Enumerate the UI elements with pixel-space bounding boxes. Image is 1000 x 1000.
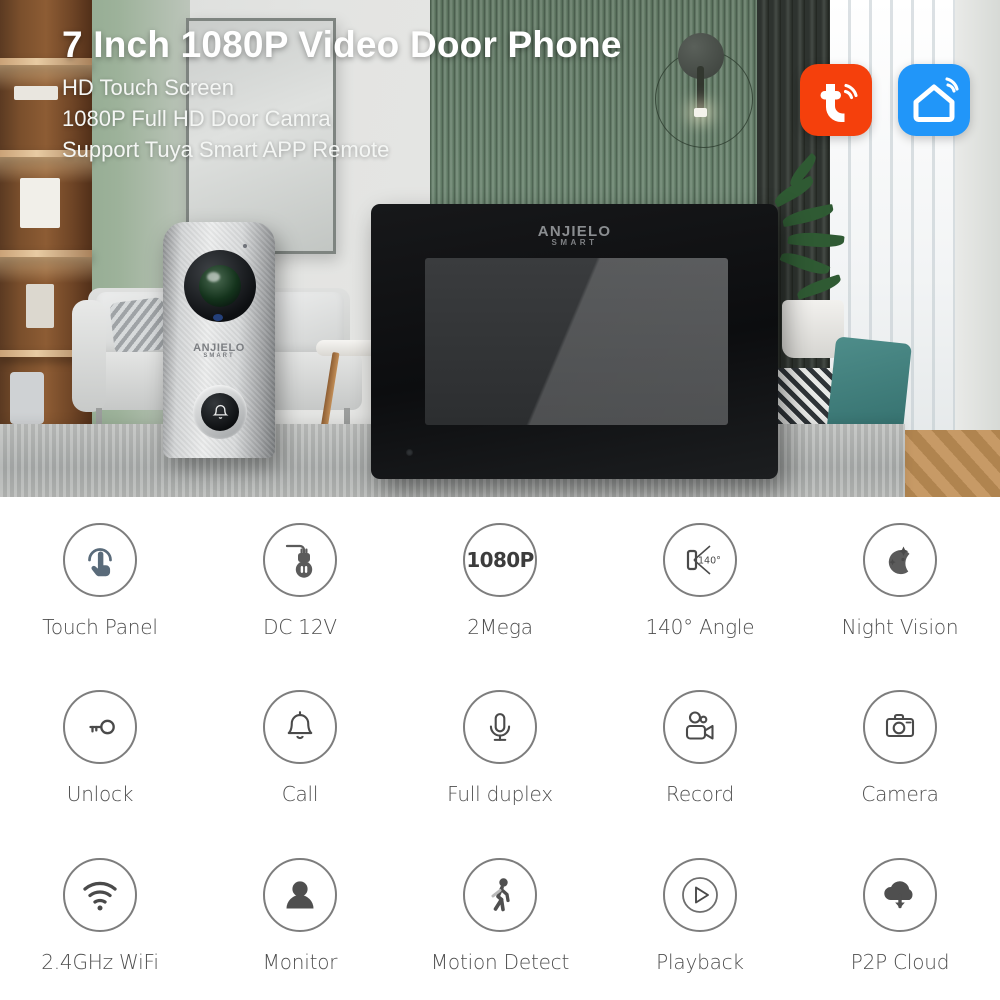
feature-label: DC 12V	[263, 614, 337, 639]
bell-icon	[263, 690, 337, 765]
feature-full-duplex: Full duplex	[400, 665, 600, 833]
cloud-download-icon	[863, 858, 937, 933]
shelf-object	[10, 372, 44, 424]
touch-hand-icon	[63, 522, 137, 597]
moon-stars-icon	[863, 522, 937, 597]
svg-text:140°: 140°	[698, 555, 721, 566]
feature-label: Unlock	[66, 782, 134, 807]
outdoor-brand-sub: SMART	[203, 353, 235, 359]
hero-subtitle-line-3: Support Tuya Smart APP Remote	[62, 137, 390, 163]
feature-night-vision: Night Vision	[800, 497, 1000, 665]
feature-motion-detect: Motion Detect	[400, 832, 600, 1000]
feature-label: Camera	[861, 782, 939, 807]
feature-label: Monitor	[262, 950, 338, 975]
shelf-object	[14, 86, 58, 100]
feature-label: Night Vision	[841, 614, 959, 639]
monitor-brand-logo: ANJIELO SMART	[371, 223, 778, 247]
microphone-icon	[463, 690, 537, 765]
wall-lamp-bulb	[694, 108, 707, 117]
wall-lamp-stem	[697, 66, 704, 110]
feature-label: Full duplex	[447, 782, 553, 807]
house-wifi-icon	[913, 77, 959, 122]
shelf-board	[0, 250, 92, 257]
feature-2mega: 1080P 2Mega	[400, 497, 600, 665]
hero-product-scene: ANJIELO SMART ANJIELO SMART 7 Inch 1080P…	[0, 0, 1000, 497]
view-angle-icon: 140°	[663, 522, 737, 597]
walking-person-icon	[463, 858, 537, 933]
power-plug-socket-icon	[263, 522, 337, 597]
feature-grid: Touch Panel DC 12V 1080P 2Mega 140° 140°…	[0, 497, 1000, 1000]
outdoor-ir-sensor	[213, 314, 223, 321]
hero-subtitle: HD Touch Screen 1080P Full HD Door Camra…	[62, 72, 622, 166]
feature-call: Call	[200, 665, 400, 833]
room-sofa-leg	[96, 408, 102, 424]
feature-dc-12v: DC 12V	[200, 497, 400, 665]
outdoor-doorbell-unit: ANJIELO SMART	[163, 222, 275, 458]
feature-label: Call	[281, 782, 319, 807]
tuya-t-wifi-icon	[820, 83, 858, 122]
feature-label: 2Mega	[467, 614, 533, 639]
shelf-object	[26, 284, 54, 328]
feature-label: Motion Detect	[430, 950, 570, 975]
feature-unlock: Unlock	[0, 665, 200, 833]
room-sofa-pillow	[109, 296, 169, 356]
feature-playback: Playback	[600, 832, 800, 1000]
feature-label: Record	[666, 782, 734, 807]
feature-140-angle: 140° 140° Angle	[600, 497, 800, 665]
hero-subtitle-line-2: 1080P Full HD Door Camra	[62, 106, 331, 132]
feature-wifi: 2.4GHz WiFi	[0, 832, 200, 1000]
shelf-object	[20, 178, 60, 228]
product-marketing-page: ANJIELO SMART ANJIELO SMART 7 Inch 1080P…	[0, 0, 1000, 1000]
photo-camera-icon	[863, 690, 937, 765]
hero-headline-block: 7 Inch 1080P Video Door Phone HD Touch S…	[62, 26, 622, 166]
outdoor-lens-highlight	[207, 272, 220, 282]
feature-label: 2.4GHz WiFi	[41, 950, 159, 975]
feature-camera: Camera	[800, 665, 1000, 833]
page-title: 7 Inch 1080P Video Door Phone	[62, 24, 622, 65]
monitor-brand-sub: SMART	[551, 238, 598, 247]
feature-monitor: Monitor	[200, 832, 400, 1000]
feature-p2p-cloud: P2P Cloud	[800, 832, 1000, 1000]
wifi-icon	[63, 858, 137, 933]
feature-touch-panel: Touch Panel	[0, 497, 200, 665]
smart-life-app-badge[interactable]	[898, 64, 970, 136]
indoor-monitor-unit: ANJIELO SMART	[371, 204, 778, 479]
video-camera-icon	[663, 690, 737, 765]
hero-subtitle-line-1: HD Touch Screen	[62, 75, 235, 100]
monitor-screen-reflection	[425, 258, 728, 425]
tuya-app-badge[interactable]	[800, 64, 872, 136]
app-badges	[800, 64, 970, 136]
feature-label: P2P Cloud	[850, 950, 950, 975]
feature-record: Record	[600, 665, 800, 833]
room-sofa-arm	[72, 300, 106, 412]
feature-label: Touch Panel	[42, 614, 158, 639]
outdoor-microphone-hole	[243, 244, 247, 248]
monitor-led-indicator	[406, 449, 413, 456]
doorbell-bell-icon	[201, 393, 239, 431]
feature-label: Playback	[656, 950, 744, 975]
key-icon	[63, 690, 137, 765]
person-icon	[263, 858, 337, 933]
outdoor-camera-lens	[199, 265, 241, 307]
outdoor-brand-logo: ANJIELO SMART	[163, 342, 275, 359]
shelf-light-glow	[0, 257, 92, 283]
play-circle-icon	[663, 858, 737, 933]
1080p-text-icon: 1080P	[463, 522, 537, 597]
room-sofa-leg	[344, 408, 350, 424]
feature-label: 140° Angle	[645, 614, 755, 639]
resolution-text: 1080P	[466, 547, 534, 572]
